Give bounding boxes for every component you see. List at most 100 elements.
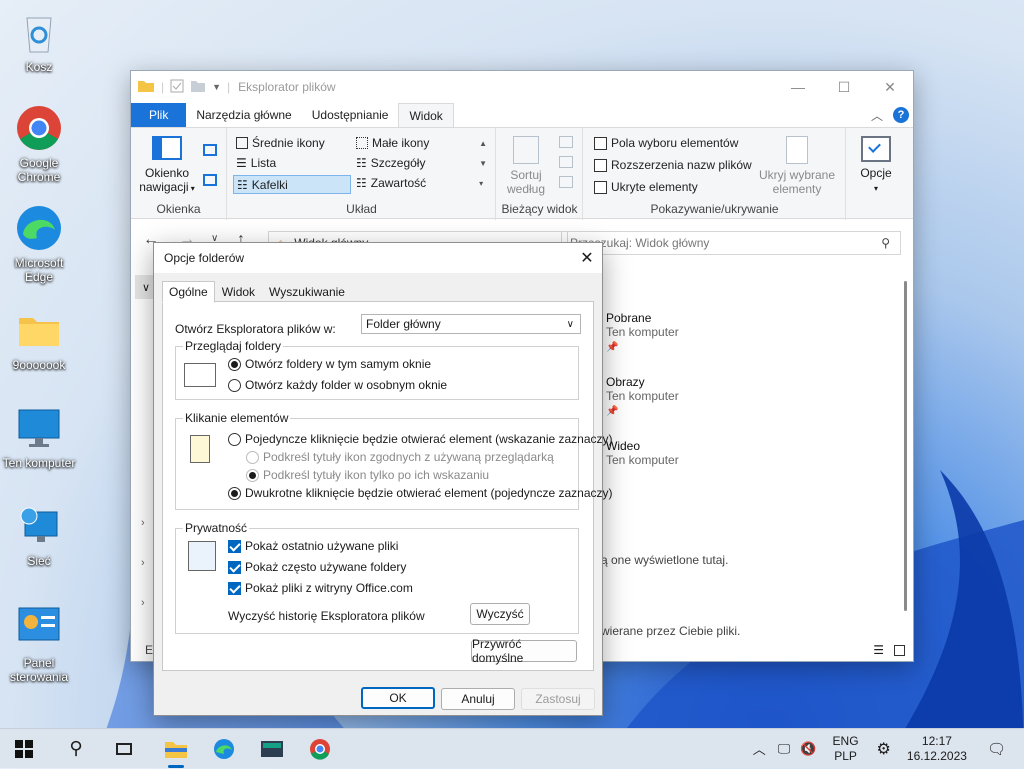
radio-new-window[interactable]: Otwórz każdy folder w osobnym oknie (228, 378, 447, 392)
layout-content[interactable]: ☷ Zawartość (356, 176, 426, 190)
tab-general[interactable]: Ogólne (162, 281, 215, 303)
layout-scroll[interactable]: ▲ ▼ ▾ (479, 134, 487, 194)
privacy-group: Prywatność Pokaż ostatnio używane pliki … (175, 521, 579, 634)
chevron-right-icon[interactable]: › (141, 597, 145, 609)
list-item[interactable]: Obrazy Ten komputer 📌 (606, 375, 679, 417)
layout-list[interactable]: ☰ Lista (236, 156, 276, 170)
window-title: Eksplorator plików (238, 80, 336, 94)
list-icon: ☰ (236, 156, 247, 170)
checkbox-hidden-items[interactable] (594, 180, 607, 194)
chevron-right-icon[interactable]: › (141, 557, 145, 569)
preview-pane-icon[interactable] (203, 144, 217, 156)
desktop-icon-edge[interactable]: Microsoft Edge (0, 204, 78, 284)
start-button[interactable] (4, 729, 44, 769)
checkbox-item-checkboxes[interactable] (594, 136, 607, 150)
layout-tiles[interactable]: ☷ Kafelki (233, 175, 351, 194)
checkbox-file-extensions[interactable] (594, 158, 607, 172)
task-view-button[interactable] (104, 729, 144, 769)
recycle-bin-icon (15, 8, 63, 56)
list-item[interactable]: Wideo Ten komputer (606, 439, 679, 467)
tab-view[interactable]: Widok (215, 281, 262, 303)
group-by-icon[interactable] (559, 136, 573, 148)
list-item[interactable]: Pobrane Ten komputer 📌 (606, 311, 679, 353)
dialog-tabs: Ogólne Widok Wyszukiwanie (162, 281, 352, 303)
hide-selected-button[interactable]: Ukryj wybrane elementy (752, 136, 842, 196)
desktop-icon-chrome[interactable]: Google Chrome (0, 104, 78, 184)
options-button[interactable]: Opcje ▾ (853, 136, 899, 194)
radio-double-click[interactable]: Dwukrotne kliknięcie będzie otwierać ele… (228, 486, 613, 500)
checkbox-office-files[interactable]: Pokaż pliki z witryny Office.com (228, 581, 413, 595)
checkbox-frequent-folders[interactable]: Pokaż często używane foldery (228, 560, 406, 574)
ribbon-group-panes: Okienko nawigacji ▾ Okienka (131, 128, 227, 220)
open-in-select[interactable]: Folder główny ∨ (361, 314, 581, 334)
desktop-icon-computer[interactable]: Ten komputer (0, 404, 78, 470)
layout-medium-icons[interactable]: Średnie ikony (236, 136, 325, 150)
sort-by-button[interactable]: Sortuj według (501, 136, 551, 196)
maximize-button[interactable]: ☐ (821, 71, 867, 103)
tab-file[interactable]: Plik (131, 103, 187, 127)
chevron-up-icon[interactable]: ︿ (871, 107, 883, 124)
desktop-icon-folder[interactable]: 9ooooook (0, 306, 78, 372)
close-button[interactable]: ✕ (867, 71, 913, 103)
radio-same-window[interactable]: Otwórz foldery w tym samym oknie (228, 357, 431, 371)
chevron-up-icon[interactable]: ︿ (753, 739, 766, 758)
size-columns-icon[interactable] (559, 176, 573, 188)
scrollbar[interactable] (904, 281, 907, 611)
chevron-right-icon[interactable]: › (141, 517, 145, 529)
tab-home[interactable]: Narzędzia główne (186, 103, 301, 127)
gear-icon[interactable]: ⚙ (877, 739, 891, 759)
folder-icon (165, 741, 187, 758)
notification-icon[interactable]: 🗨 (987, 740, 1006, 758)
search-button[interactable]: ⚲ (56, 729, 96, 769)
network-status-icon[interactable]: 🖵 (778, 741, 791, 757)
hide-selected-icon (786, 136, 808, 164)
radio-underline-hover[interactable]: Podkreśl tytuły ikon tylko po ich wskaza… (246, 468, 489, 482)
taskbar-edge[interactable] (204, 729, 244, 769)
language-indicator[interactable]: ENG PLP (833, 734, 859, 764)
navigation-pane-button[interactable]: Okienko nawigacji ▾ (137, 136, 197, 194)
dialog-close-button[interactable]: ✕ (572, 243, 602, 273)
details-view-icon[interactable]: ☰ (873, 643, 884, 657)
layout-details[interactable]: ☷ Szczegóły (356, 156, 425, 170)
desktop-icon-network[interactable]: Sieć (0, 502, 78, 568)
taskbar-explorer[interactable] (156, 729, 196, 769)
tab-share[interactable]: Udostępnianie (302, 103, 399, 127)
new-folder-icon[interactable] (190, 79, 206, 96)
details-pane-icon[interactable] (203, 174, 217, 186)
chevron-down-icon[interactable]: ▼ (212, 82, 221, 92)
checkbox-recent-files[interactable]: Pokaż ostatnio używane pliki (228, 539, 398, 553)
item-checkboxes-toggle[interactable]: Pola wyboru elementów (594, 136, 738, 150)
clock[interactable]: 12:17 16.12.2023 (907, 734, 967, 764)
ok-button[interactable]: OK (361, 687, 435, 709)
file-extensions-toggle[interactable]: Rozszerzenia nazw plików (594, 158, 752, 172)
properties-icon[interactable] (170, 79, 184, 96)
search-input[interactable]: Przeszukaj: Widok główny ⚲ (561, 231, 901, 255)
tiles-view-icon[interactable] (894, 644, 905, 656)
tab-view[interactable]: Widok (398, 103, 454, 127)
taskbar-app[interactable] (252, 729, 292, 769)
windows-icon (15, 739, 33, 758)
desktop-icon-recycle-bin[interactable]: Kosz (0, 8, 78, 74)
radio-underline-browser[interactable]: Podkreśl tytuły ikon zgodnych z używaną … (246, 450, 554, 464)
cancel-button[interactable]: Anuluj (441, 688, 515, 710)
help-icon[interactable]: ? (893, 107, 909, 123)
clear-history-label: Wyczyść historię Eksploratora plików (228, 609, 425, 623)
restore-defaults-button[interactable]: Przywróć domyślne (471, 637, 577, 665)
desktop-icon-control-panel[interactable]: Panel sterowania (0, 604, 78, 684)
folder-options-dialog[interactable]: Opcje folderów ✕ Ogólne Widok Wyszukiwan… (153, 242, 613, 716)
explorer-titlebar[interactable]: | ▼ | Eksplorator plików — ☐ ✕ (131, 71, 913, 103)
tab-search[interactable]: Wyszukiwanie (262, 281, 352, 303)
taskbar-chrome[interactable] (300, 729, 340, 769)
radio-single-click[interactable]: Pojedyncze kliknięcie będzie otwierać el… (228, 432, 613, 446)
add-columns-icon[interactable] (559, 156, 573, 168)
clear-history-button[interactable]: Wyczyść (470, 603, 530, 625)
layout-small-icons[interactable]: Małe ikony (356, 136, 429, 150)
volume-muted-icon[interactable]: 🔇 (800, 741, 816, 757)
medium-icons-icon (236, 137, 248, 149)
apply-button[interactable]: Zastosuj (521, 688, 595, 710)
pin-icon: 📌 (606, 342, 619, 353)
hidden-items-toggle[interactable]: Ukryte elementy (594, 180, 698, 194)
dialog-titlebar[interactable]: Opcje folderów ✕ (154, 243, 602, 273)
minimize-button[interactable]: — (775, 71, 821, 103)
pin-icon: 📌 (606, 406, 619, 417)
